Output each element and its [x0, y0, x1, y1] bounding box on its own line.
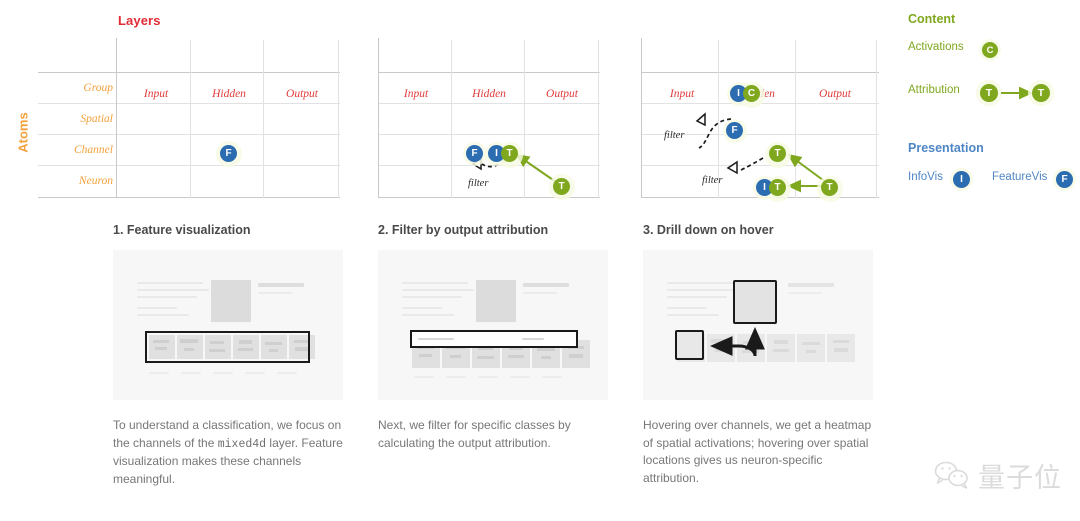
grid-line-v	[190, 40, 191, 198]
column-header-hidden: Hidden	[212, 88, 246, 100]
highlight-bar-filter	[410, 330, 578, 348]
grid-line-v	[338, 40, 339, 198]
legend-node-attribution-source[interactable]: T	[980, 84, 998, 102]
row-header-spatial: Spatial	[80, 113, 113, 125]
panel-2-figure[interactable]	[378, 250, 608, 400]
legend-label-infovis: InfoVis	[908, 171, 943, 183]
mock-label	[523, 292, 557, 294]
filter-label: filter	[468, 178, 489, 189]
column-header-input: Input	[143, 88, 169, 100]
legend-label-activations: Activations	[908, 41, 964, 53]
legend-node-featurevis[interactable]: F	[1056, 171, 1073, 188]
grid-line-h	[38, 134, 340, 135]
panel-2-title: 2. Filter by output attribution	[378, 223, 549, 237]
node-activations-spatial[interactable]: C	[743, 85, 760, 102]
diagram-1: Input Hidden Output Group Spatial Channe…	[38, 38, 340, 200]
mock-input-image	[211, 280, 251, 322]
mock-label	[258, 292, 292, 294]
panel-3-caption: Hovering over channels, we get a heatmap…	[643, 418, 872, 485]
panel-3-title: 3. Drill down on hover	[643, 223, 774, 237]
row-header-neuron: Neuron	[78, 175, 113, 187]
layers-title: Layers	[118, 13, 161, 28]
node-featurevis[interactable]: F	[220, 145, 237, 162]
highlight-box-channels	[145, 331, 310, 363]
panel-filter-by-output-attribution: 2. Filter by output attribution Next, we…	[378, 222, 608, 452]
grid-line-v	[116, 38, 117, 198]
grid-line-h	[38, 165, 340, 166]
panel-1-caption: To understand a classification, we focus…	[113, 417, 343, 488]
diagram-3: Input Hidden Output	[641, 38, 879, 202]
node-attribution-output[interactable]: T	[553, 178, 570, 195]
drill-down-arrows	[710, 327, 765, 357]
filter-label: filter	[702, 175, 723, 186]
caption-mono-1: mixed4d	[217, 437, 267, 451]
legend-node-activations[interactable]: C	[982, 42, 998, 58]
node-attribution-channel[interactable]: T	[769, 145, 786, 162]
diagram-2: Input Hidden Output F I T T filter	[378, 38, 600, 200]
row-header-group: Group	[83, 82, 113, 94]
grid-line-v	[263, 40, 264, 198]
legend-heading-presentation: Presentation	[908, 141, 984, 155]
panel-2-caption: Next, we filter for specific classes by …	[378, 418, 571, 450]
grid-line-h	[38, 197, 340, 198]
grid-line-h	[38, 103, 340, 104]
steps-section: 1. Feature visualization To understand a…	[0, 222, 1080, 521]
node-featurevis-channel[interactable]: F	[726, 122, 743, 139]
watermark-text: 量子位	[978, 463, 1062, 494]
node-attribution-output[interactable]: T	[821, 179, 838, 196]
grid-line-h	[38, 72, 340, 73]
node-attribution-neuron[interactable]: T	[769, 179, 786, 196]
matrix-diagrams-section: Layers Atoms Input Hidden Output Group S…	[0, 0, 1080, 215]
panel-3-figure[interactable]	[643, 250, 873, 400]
panel-1-title: 1. Feature visualization	[113, 223, 251, 237]
wechat-icon	[934, 461, 968, 489]
mock-label	[523, 283, 569, 287]
panel-feature-visualization: 1. Feature visualization To understand a…	[113, 222, 343, 488]
watermark: 量子位	[933, 456, 1062, 495]
node-featurevis[interactable]: F	[466, 145, 483, 162]
legend-label-attribution: Attribution	[908, 84, 960, 96]
atoms-title: Atoms	[15, 112, 31, 153]
row-header-channel: Channel	[74, 144, 113, 156]
filter-label: filter	[664, 130, 685, 141]
legend-heading-content: Content	[908, 12, 956, 26]
mock-label	[258, 283, 304, 287]
node-attribution-hidden[interactable]: T	[501, 145, 518, 162]
panel-drill-down-on-hover: 3. Drill down on hover Hovering over cha…	[643, 222, 873, 487]
column-header-output: Output	[286, 88, 318, 100]
legend-node-attribution-target[interactable]: T	[1032, 84, 1050, 102]
legend: Content Activations C Attribution T T Pr…	[908, 12, 1080, 191]
legend-node-infovis[interactable]: I	[953, 171, 970, 188]
panel-1-figure[interactable]	[113, 250, 343, 400]
legend-label-featurevis: FeatureVis	[992, 171, 1048, 183]
mock-input-image	[476, 280, 516, 322]
